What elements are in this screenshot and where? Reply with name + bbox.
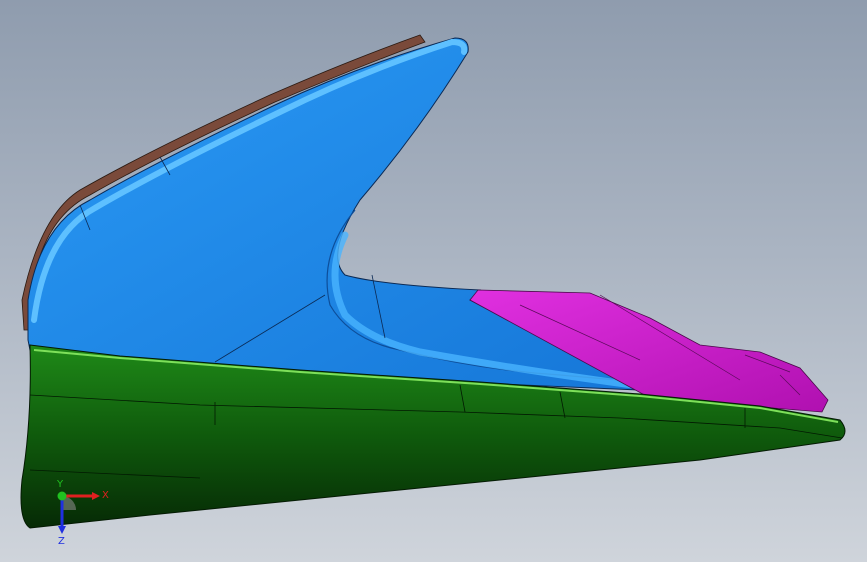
z-axis-label: Z bbox=[58, 536, 65, 547]
z-axis-arrow bbox=[58, 526, 66, 534]
y-axis-point bbox=[57, 491, 67, 501]
axis-triad: X Z Y bbox=[56, 479, 109, 547]
cad-model[interactable] bbox=[0, 0, 867, 562]
x-axis-label: X bbox=[102, 490, 109, 501]
y-axis-label: Y bbox=[56, 479, 64, 490]
x-axis-arrow bbox=[92, 492, 100, 500]
cad-viewport[interactable]: X Z Y bbox=[0, 0, 867, 562]
